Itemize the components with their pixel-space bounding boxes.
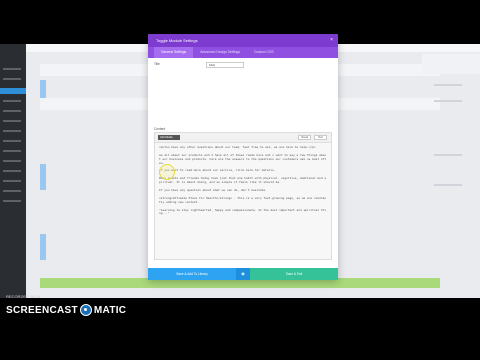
sidebar-item[interactable] <box>3 78 21 80</box>
builder-row-handle[interactable] <box>40 164 46 190</box>
sidebar-item[interactable] <box>3 110 21 112</box>
editor-tab-visual[interactable]: Visual <box>298 135 311 140</box>
modal-footer: Save & Add To Library ◉ Save & Exit <box>148 268 338 280</box>
tab-custom-css[interactable]: Custom CSS <box>247 47 281 58</box>
title-field-input[interactable]: FAQ <box>206 62 244 68</box>
screencast-logo-icon <box>79 304 92 316</box>
editor-toolbar: Add Media Visual Text <box>155 133 331 143</box>
sidebar-item[interactable] <box>3 120 21 122</box>
builder-line <box>434 100 462 102</box>
admin-sidebar[interactable] <box>0 44 26 298</box>
builder-row-handle[interactable] <box>40 234 46 260</box>
sidebar-item-active[interactable] <box>0 88 26 94</box>
sidebar-item[interactable] <box>3 170 21 172</box>
content-textarea[interactable]: <p>You have any other questions about ou… <box>155 143 331 219</box>
module-settings-modal: Toggle Module Settings × General Setting… <box>148 34 338 280</box>
builder-line <box>434 84 462 86</box>
watermark-right: MATIC <box>93 304 127 316</box>
close-icon[interactable]: × <box>330 34 333 47</box>
watermark-left: SCREENCAST <box>6 304 78 316</box>
builder-panel <box>422 54 480 74</box>
cursor-highlight <box>159 164 175 180</box>
tab-general-settings[interactable]: General Settings <box>154 47 194 58</box>
sidebar-item[interactable] <box>3 140 21 142</box>
sidebar-item[interactable] <box>3 130 21 132</box>
modal-title: Toggle Module Settings <box>156 38 198 43</box>
video-frame: Toggle Module Settings × General Setting… <box>0 0 480 360</box>
sidebar-item[interactable] <box>3 68 21 70</box>
sidebar-item[interactable] <box>3 150 21 152</box>
builder-line <box>434 184 462 186</box>
tab-advanced-design-settings[interactable]: Advanced Design Settings <box>193 47 247 58</box>
sidebar-item[interactable] <box>3 100 21 102</box>
builder-line <box>434 154 462 156</box>
save-exit-button[interactable]: Save & Exit <box>250 268 338 280</box>
save-to-library-button[interactable]: Save & Add To Library <box>148 268 236 280</box>
editor-tab-text[interactable]: Text <box>314 135 327 140</box>
eye-icon[interactable]: ◉ <box>236 268 250 280</box>
add-media-button[interactable]: Add Media <box>158 135 180 140</box>
sidebar-item[interactable] <box>3 200 21 202</box>
title-field-row: Title FAQ <box>154 62 332 68</box>
modal-header: Toggle Module Settings × <box>148 34 338 47</box>
sidebar-item[interactable] <box>3 160 21 162</box>
modal-tabs: General Settings Advanced Design Setting… <box>148 47 338 58</box>
content-label: Content <box>154 127 166 131</box>
sidebar-item[interactable] <box>3 180 21 182</box>
sidebar-item[interactable] <box>3 190 21 192</box>
content-editor[interactable]: Add Media Visual Text <p>You have any ot… <box>154 132 332 260</box>
title-field-label: Title <box>154 62 160 66</box>
screencast-watermark: SCREENCAST MATIC <box>6 298 126 322</box>
